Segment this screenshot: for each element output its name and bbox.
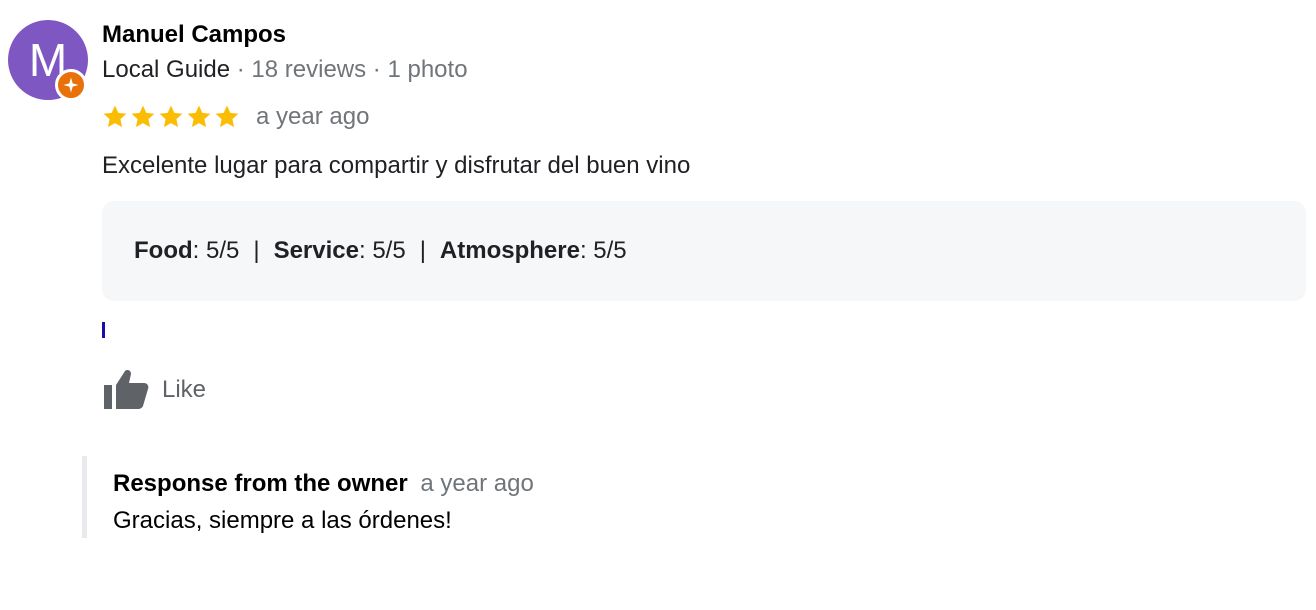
review-time: a year ago bbox=[256, 103, 370, 130]
star-icon bbox=[103, 105, 127, 128]
local-guide-star-icon bbox=[63, 77, 79, 93]
author-name[interactable]: Manuel Campos bbox=[102, 21, 286, 49]
attribute-ratings-box: Food: 5/5 | Service: 5/5 | Atmosphere: 5/5 bbox=[102, 201, 1306, 301]
meta-separator: · bbox=[366, 56, 388, 83]
service-rating-value: : 5/5 bbox=[358, 237, 406, 264]
owner-response-time: a year ago bbox=[420, 470, 534, 497]
owner-response-text: Gracias, siempre a las órdenes! bbox=[113, 507, 452, 534]
review-count: 18 reviews bbox=[251, 56, 367, 83]
like-label: Like bbox=[162, 376, 207, 403]
like-button[interactable]: Like bbox=[102, 368, 206, 412]
owner-response: Response from the owner a year ago Graci… bbox=[82, 456, 1087, 538]
owner-response-title: Response from the owner bbox=[113, 470, 408, 497]
food-rating-label: Food bbox=[134, 237, 193, 264]
link-fragment bbox=[102, 322, 105, 338]
local-guide-label: Local Guide bbox=[102, 56, 231, 83]
star-icon bbox=[159, 105, 183, 128]
attribute-ratings: Food: 5/5 | Service: 5/5 | Atmosphere: 5/5 bbox=[134, 237, 627, 265]
meta-separator: · bbox=[230, 56, 252, 83]
star-icon bbox=[187, 105, 211, 128]
local-guide-badge-icon bbox=[55, 69, 87, 101]
thumbs-up-icon bbox=[104, 370, 149, 409]
owner-response-header: Response from the owner a year ago bbox=[113, 470, 534, 498]
review-card: M Manuel Campos Local Guide · 18 reviews… bbox=[0, 0, 1316, 610]
service-rating-label: Service bbox=[273, 237, 359, 264]
star-rating bbox=[102, 104, 240, 130]
star-icon bbox=[215, 105, 239, 128]
atmosphere-rating-value: : 5/5 bbox=[579, 237, 627, 264]
ratings-separator: | bbox=[253, 237, 260, 264]
photo-count: 1 photo bbox=[387, 56, 468, 83]
ratings-separator: | bbox=[419, 237, 426, 264]
author-meta: Local Guide · 18 reviews · 1 photo bbox=[102, 56, 468, 84]
star-icon bbox=[131, 105, 155, 128]
review-text: Excelente lugar para compartir y disfrut… bbox=[102, 152, 691, 179]
atmosphere-rating-label: Atmosphere bbox=[439, 237, 580, 264]
food-rating-value: : 5/5 bbox=[192, 237, 240, 264]
rating-row: a year ago bbox=[102, 102, 369, 132]
